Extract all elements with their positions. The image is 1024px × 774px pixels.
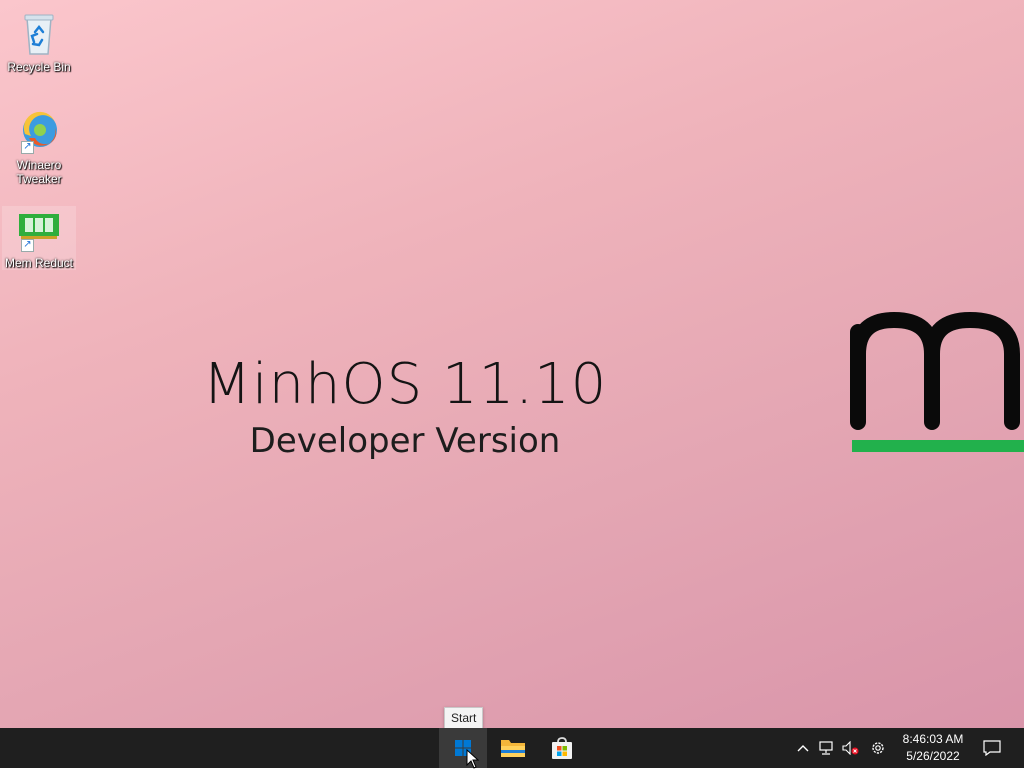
mem-reduct-icon: ↗ (15, 206, 63, 254)
chevron-up-icon (797, 745, 809, 752)
store-bag-icon (552, 737, 572, 759)
clock-time: 8:46:03 AM (902, 732, 964, 746)
volume-button[interactable] (840, 728, 862, 768)
wallpaper-title: MinhOS 11.10 (202, 352, 608, 417)
show-hidden-icons-button[interactable] (792, 728, 814, 768)
taskbar: 8:46:03 AM 5/26/2022 (0, 728, 1024, 768)
microsoft-store-button[interactable] (538, 728, 586, 768)
settings-tray-button[interactable] (867, 728, 889, 768)
desktop-icon-mem-reduct[interactable]: ↗ Mem Reduct (2, 206, 76, 270)
clock-date: 5/26/2022 (906, 749, 960, 763)
desktop-icon-label: Recycle Bin (7, 60, 71, 74)
network-icon (819, 741, 833, 755)
wallpaper-logo (850, 312, 1024, 459)
winaero-tweaker-icon: ↗ (15, 108, 63, 156)
volume-muted-icon (842, 741, 859, 755)
folder-icon (501, 740, 525, 757)
mouse-cursor-icon (466, 748, 480, 774)
desktop: Recycle Bin ↗ Winaero Tweaker ↗ Mem Redu… (0, 0, 1024, 728)
recycle-bin-icon (15, 10, 63, 58)
taskbar-clock[interactable]: 8:46:03 AM 5/26/2022 (896, 731, 970, 765)
wallpaper-subtitle: Developer Version (249, 421, 561, 461)
shortcut-arrow-icon: ↗ (21, 239, 34, 252)
desktop-icon-label: Winaero Tweaker (16, 158, 62, 186)
desktop-icon-winaero-tweaker[interactable]: ↗ Winaero Tweaker (2, 108, 76, 186)
start-tooltip: Start (444, 707, 484, 729)
notification-icon (983, 740, 1001, 756)
notification-center-button[interactable] (979, 728, 1005, 768)
gear-icon (872, 742, 884, 754)
file-explorer-button[interactable] (489, 728, 537, 768)
network-button[interactable] (816, 728, 838, 768)
desktop-icon-recycle-bin[interactable]: Recycle Bin (2, 10, 76, 74)
shortcut-arrow-icon: ↗ (21, 141, 34, 154)
desktop-icon-label: Mem Reduct (4, 256, 74, 270)
